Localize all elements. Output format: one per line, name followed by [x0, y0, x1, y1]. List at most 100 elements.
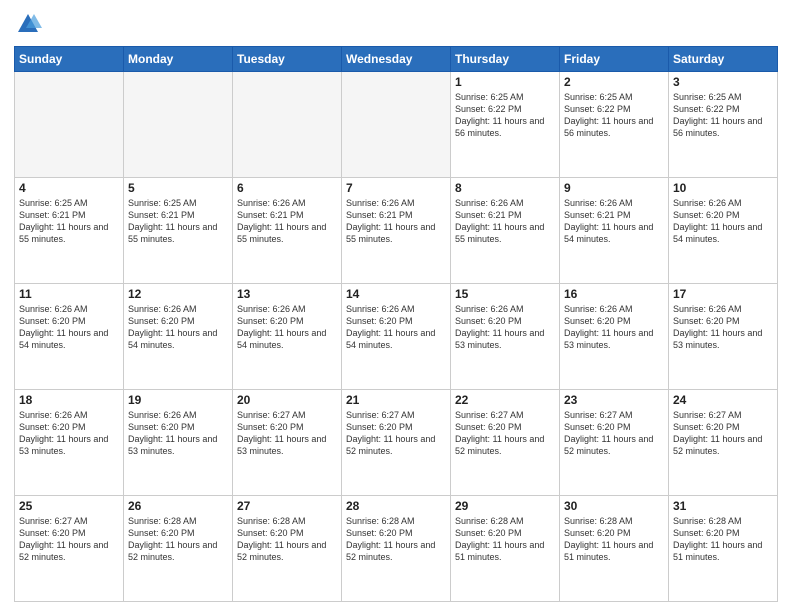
weekday-header-sunday: Sunday — [15, 47, 124, 72]
calendar-cell: 29 Sunrise: 6:28 AMSunset: 6:20 PMDayligh… — [451, 496, 560, 602]
calendar-cell: 21 Sunrise: 6:27 AMSunset: 6:20 PMDayligh… — [342, 390, 451, 496]
day-number: 15 — [455, 287, 555, 301]
day-number: 30 — [564, 499, 664, 513]
day-info: Sunrise: 6:27 AMSunset: 6:20 PMDaylight:… — [237, 409, 337, 458]
day-number: 20 — [237, 393, 337, 407]
day-info: Sunrise: 6:28 AMSunset: 6:20 PMDaylight:… — [673, 515, 773, 564]
day-number: 23 — [564, 393, 664, 407]
calendar-cell: 20 Sunrise: 6:27 AMSunset: 6:20 PMDayligh… — [233, 390, 342, 496]
calendar-week-row: 18Sunrise: 6:26 AMSunset: 6:20 PMDayligh… — [15, 390, 778, 496]
calendar-cell: 26 Sunrise: 6:28 AMSunset: 6:20 PMDayligh… — [124, 496, 233, 602]
day-info: Sunrise: 6:25 AMSunset: 6:21 PMDaylight:… — [19, 197, 119, 246]
day-info: Sunrise: 6:28 AMSunset: 6:20 PMDaylight:… — [128, 515, 228, 564]
day-info: Sunrise: 6:26 AMSunset: 6:21 PMDaylight:… — [564, 197, 664, 246]
day-number: 6 — [237, 181, 337, 195]
calendar-cell: 4 Sunrise: 6:25 AMSunset: 6:21 PMDaylight… — [15, 178, 124, 284]
day-info: Sunrise: 6:26 AMSunset: 6:20 PMDaylight:… — [673, 197, 773, 246]
day-info: Sunrise: 6:26 AMSunset: 6:20 PMDaylight:… — [237, 303, 337, 352]
calendar-cell: 27 Sunrise: 6:28 AMSunset: 6:20 PMDayligh… — [233, 496, 342, 602]
calendar-cell: 23 Sunrise: 6:27 AMSunset: 6:20 PMDayligh… — [560, 390, 669, 496]
day-number: 5 — [128, 181, 228, 195]
calendar-cell: 10 Sunrise: 6:26 AMSunset: 6:20 PMDayligh… — [669, 178, 778, 284]
weekday-header-friday: Friday — [560, 47, 669, 72]
day-number: 10 — [673, 181, 773, 195]
day-info: Sunrise: 6:26 AMSunset: 6:20 PMDaylight:… — [455, 303, 555, 352]
day-number: 2 — [564, 75, 664, 89]
calendar-cell: 1 Sunrise: 6:25 AMSunset: 6:22 PMDaylight… — [451, 72, 560, 178]
day-number: 26 — [128, 499, 228, 513]
calendar-cell: 7 Sunrise: 6:26 AMSunset: 6:21 PMDaylight… — [342, 178, 451, 284]
weekday-header-thursday: Thursday — [451, 47, 560, 72]
calendar-cell: 31 Sunrise: 6:28 AMSunset: 6:20 PMDayligh… — [669, 496, 778, 602]
day-info: Sunrise: 6:26 AMSunset: 6:20 PMDaylight:… — [128, 303, 228, 352]
day-info: Sunrise: 6:26 AMSunset: 6:20 PMDaylight:… — [564, 303, 664, 352]
day-info: Sunrise: 6:27 AMSunset: 6:20 PMDaylight:… — [564, 409, 664, 458]
calendar-cell: 11Sunrise: 6:26 AMSunset: 6:20 PMDayligh… — [15, 284, 124, 390]
calendar-cell: 8 Sunrise: 6:26 AMSunset: 6:21 PMDaylight… — [451, 178, 560, 284]
day-info: Sunrise: 6:26 AMSunset: 6:21 PMDaylight:… — [237, 197, 337, 246]
weekday-header-row: SundayMondayTuesdayWednesdayThursdayFrid… — [15, 47, 778, 72]
calendar-cell: 24 Sunrise: 6:27 AMSunset: 6:20 PMDayligh… — [669, 390, 778, 496]
day-info: Sunrise: 6:26 AMSunset: 6:20 PMDaylight:… — [128, 409, 228, 458]
weekday-header-wednesday: Wednesday — [342, 47, 451, 72]
logo-icon — [14, 10, 42, 38]
calendar-cell: 25Sunrise: 6:27 AMSunset: 6:20 PMDayligh… — [15, 496, 124, 602]
calendar-cell: 30 Sunrise: 6:28 AMSunset: 6:20 PMDayligh… — [560, 496, 669, 602]
day-info: Sunrise: 6:26 AMSunset: 6:21 PMDaylight:… — [455, 197, 555, 246]
day-info: Sunrise: 6:25 AMSunset: 6:22 PMDaylight:… — [673, 91, 773, 140]
day-info: Sunrise: 6:27 AMSunset: 6:20 PMDaylight:… — [455, 409, 555, 458]
day-number: 14 — [346, 287, 446, 301]
day-info: Sunrise: 6:27 AMSunset: 6:20 PMDaylight:… — [19, 515, 119, 564]
day-number: 21 — [346, 393, 446, 407]
day-number: 4 — [19, 181, 119, 195]
calendar-table: SundayMondayTuesdayWednesdayThursdayFrid… — [14, 46, 778, 602]
header — [14, 10, 778, 38]
calendar-cell: 5Sunrise: 6:25 AMSunset: 6:21 PMDaylight… — [124, 178, 233, 284]
calendar-cell: 17 Sunrise: 6:26 AMSunset: 6:20 PMDayligh… — [669, 284, 778, 390]
day-number: 16 — [564, 287, 664, 301]
day-info: Sunrise: 6:28 AMSunset: 6:20 PMDaylight:… — [346, 515, 446, 564]
calendar-week-row: 25Sunrise: 6:27 AMSunset: 6:20 PMDayligh… — [15, 496, 778, 602]
calendar-cell: 2Sunrise: 6:25 AMSunset: 6:22 PMDaylight… — [560, 72, 669, 178]
day-info: Sunrise: 6:26 AMSunset: 6:20 PMDaylight:… — [673, 303, 773, 352]
day-number: 22 — [455, 393, 555, 407]
day-number: 1 — [455, 75, 555, 89]
day-number: 28 — [346, 499, 446, 513]
calendar-cell: 14Sunrise: 6:26 AMSunset: 6:20 PMDayligh… — [342, 284, 451, 390]
weekday-header-saturday: Saturday — [669, 47, 778, 72]
day-number: 29 — [455, 499, 555, 513]
day-info: Sunrise: 6:27 AMSunset: 6:20 PMDaylight:… — [673, 409, 773, 458]
calendar-cell: 19Sunrise: 6:26 AMSunset: 6:20 PMDayligh… — [124, 390, 233, 496]
day-number: 3 — [673, 75, 773, 89]
calendar-cell: 22 Sunrise: 6:27 AMSunset: 6:20 PMDayligh… — [451, 390, 560, 496]
day-number: 13 — [237, 287, 337, 301]
calendar-cell: 3 Sunrise: 6:25 AMSunset: 6:22 PMDaylight… — [669, 72, 778, 178]
day-info: Sunrise: 6:28 AMSunset: 6:20 PMDaylight:… — [564, 515, 664, 564]
day-number: 12 — [128, 287, 228, 301]
calendar-cell: 15 Sunrise: 6:26 AMSunset: 6:20 PMDayligh… — [451, 284, 560, 390]
calendar-cell: 6 Sunrise: 6:26 AMSunset: 6:21 PMDaylight… — [233, 178, 342, 284]
calendar-cell: 13 Sunrise: 6:26 AMSunset: 6:20 PMDayligh… — [233, 284, 342, 390]
logo — [14, 10, 46, 38]
calendar-cell — [124, 72, 233, 178]
day-number: 7 — [346, 181, 446, 195]
calendar-week-row: 1 Sunrise: 6:25 AMSunset: 6:22 PMDaylight… — [15, 72, 778, 178]
calendar-week-row: 11 Sunrise: 6:26 AMSunset: 6:20 PMDayligh… — [15, 284, 778, 390]
weekday-header-tuesday: Tuesday — [233, 47, 342, 72]
day-info: Sunrise: 6:26 AMSunset: 6:21 PMDaylight:… — [346, 197, 446, 246]
day-number: 11 — [19, 287, 119, 301]
page: SundayMondayTuesdayWednesdayThursdayFrid… — [0, 0, 792, 612]
calendar-cell — [15, 72, 124, 178]
day-info: Sunrise: 6:27 AMSunset: 6:20 PMDaylight:… — [346, 409, 446, 458]
day-number: 8 — [455, 181, 555, 195]
day-number: 31 — [673, 499, 773, 513]
day-info: Sunrise: 6:28 AMSunset: 6:20 PMDaylight:… — [237, 515, 337, 564]
day-number: 9 — [564, 181, 664, 195]
day-number: 27 — [237, 499, 337, 513]
day-info: Sunrise: 6:25 AMSunset: 6:22 PMDaylight:… — [455, 91, 555, 140]
day-number: 24 — [673, 393, 773, 407]
calendar-cell: 9 Sunrise: 6:26 AMSunset: 6:21 PMDaylight… — [560, 178, 669, 284]
day-info: Sunrise: 6:26 AMSunset: 6:20 PMDaylight:… — [19, 409, 119, 458]
day-number: 17 — [673, 287, 773, 301]
day-info: Sunrise: 6:28 AMSunset: 6:20 PMDaylight:… — [455, 515, 555, 564]
